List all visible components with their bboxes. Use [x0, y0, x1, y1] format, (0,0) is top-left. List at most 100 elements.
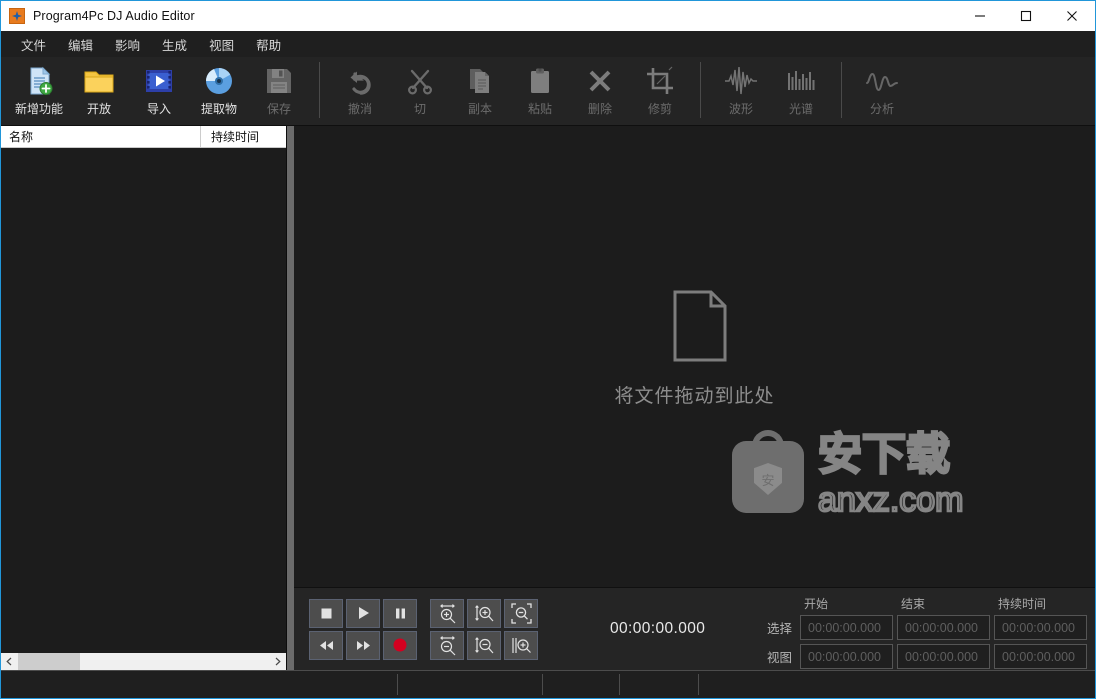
toolbar-button-waveform[interactable]: 波形 — [711, 57, 771, 119]
status-cell-3 — [543, 674, 620, 695]
spectrum-icon — [786, 63, 816, 99]
zoom-in-horizontal-button[interactable] — [430, 598, 464, 628]
toolbar-button-paste[interactable]: 粘贴 — [510, 57, 570, 119]
toolbar-group-file: 新增功能 开放 导入 提取物 保存 — [9, 57, 309, 125]
watermark-bag-icon: 安 — [732, 430, 804, 513]
zoom-out-vertical-button[interactable] — [467, 630, 501, 660]
toolbar-button-delete[interactable]: 删除 — [570, 57, 630, 119]
view-start-field[interactable]: 00:00:00.000 — [800, 644, 893, 669]
status-bar — [1, 670, 1095, 698]
menu-item-edit[interactable]: 编辑 — [58, 32, 103, 57]
time-col-header-duration: 持续时间 — [998, 597, 1047, 611]
toolbar-button-save[interactable]: 保存 — [249, 57, 309, 119]
toolbar-button-copy[interactable]: 副本 — [450, 57, 510, 119]
pane-splitter[interactable] — [287, 126, 294, 670]
zoom-button-grid — [430, 598, 538, 660]
menu-item-help[interactable]: 帮助 — [246, 32, 291, 57]
time-col-header-start: 开始 — [804, 597, 829, 611]
editor-panel: 将文件拖动到此处 安 安下载 anxz.com 00:00:00.000 开始 … — [294, 126, 1095, 670]
file-list-body[interactable] — [1, 148, 286, 652]
selection-duration-field[interactable]: 00:00:00.000 — [994, 615, 1087, 640]
menu-item-generate[interactable]: 生成 — [152, 32, 197, 57]
file-list-horizontal-scrollbar[interactable] — [1, 652, 286, 670]
time-row-header-selection: 选择 — [766, 622, 792, 636]
time-row-header-view: 视图 — [766, 651, 792, 665]
file-list-header: 名称 持续时间 — [1, 126, 286, 148]
status-cell-1 — [296, 674, 398, 695]
minimize-button[interactable] — [957, 1, 1003, 31]
record-button[interactable] — [383, 630, 417, 660]
menu-bar: 文件 编辑 影响 生成 视图 帮助 — [1, 31, 1095, 57]
undo-arrow-icon — [345, 63, 375, 99]
pause-button[interactable] — [383, 598, 417, 628]
toolbar-button-cut[interactable]: 切 — [390, 57, 450, 119]
menu-item-file[interactable]: 文件 — [11, 32, 56, 57]
window-title: Program4Pc DJ Audio Editor — [33, 9, 195, 23]
trim-crop-icon — [645, 63, 675, 99]
app-logo-icon — [9, 8, 25, 24]
toolbar-label-copy: 副本 — [467, 102, 492, 116]
extract-cd-icon — [203, 63, 235, 99]
column-header-name[interactable]: 名称 — [1, 126, 201, 147]
analyze-wave-icon — [865, 63, 899, 99]
stop-button[interactable] — [309, 598, 343, 628]
toolbar-group-view: 波形 光谱 — [711, 57, 831, 125]
zoom-selection-button[interactable] — [504, 630, 538, 660]
toolbar-separator-2 — [700, 62, 701, 118]
column-header-duration[interactable]: 持续时间 — [201, 126, 286, 147]
toolbar-group-analyze: 分析 — [852, 57, 912, 125]
menu-item-effect[interactable]: 影响 — [105, 32, 150, 57]
import-film-icon — [143, 63, 175, 99]
scrollbar-thumb[interactable] — [18, 653, 80, 670]
status-cell-5 — [699, 674, 1095, 695]
toolbar-button-trim[interactable]: 修剪 — [630, 57, 690, 119]
toolbar-button-spectrum[interactable]: 光谱 — [771, 57, 831, 119]
toolbar-group-edit: 撤消 切 副本 粘贴 删除 修剪 — [330, 57, 690, 125]
close-button[interactable] — [1049, 1, 1095, 31]
toolbar-button-new[interactable]: 新增功能 — [9, 57, 69, 119]
time-fields-panel: 开始 结束 持续时间 选择 00:00:00.000 00:00:00.000 … — [752, 594, 1087, 670]
toolbar-button-import[interactable]: 导入 — [129, 57, 189, 119]
main-body: 名称 持续时间 将文件拖动到此处 安 安下载 anxz.com 00:00:00… — [1, 126, 1095, 670]
maximize-button[interactable] — [1003, 1, 1049, 31]
menu-item-view[interactable]: 视图 — [199, 32, 244, 57]
toolbar-label-new: 新增功能 — [14, 102, 63, 116]
view-end-field[interactable]: 00:00:00.000 — [897, 644, 990, 669]
scrollbar-track[interactable] — [18, 653, 269, 670]
toolbar-button-extract[interactable]: 提取物 — [189, 57, 249, 119]
view-duration-field[interactable]: 00:00:00.000 — [994, 644, 1087, 669]
status-bar-spacer — [1, 671, 296, 698]
zoom-in-vertical-button[interactable] — [467, 598, 501, 628]
fast-forward-button[interactable] — [346, 630, 380, 660]
toolbar-button-open[interactable]: 开放 — [69, 57, 129, 119]
selection-start-field[interactable]: 00:00:00.000 — [800, 615, 893, 640]
current-timecode: 00:00:00.000 — [610, 620, 706, 637]
toolbar-label-analyze: 分析 — [869, 102, 894, 116]
selection-end-field[interactable]: 00:00:00.000 — [897, 615, 990, 640]
copy-pages-icon — [465, 63, 495, 99]
main-toolbar: 新增功能 开放 导入 提取物 保存 撤消 切 副本 粘贴 删除 修剪 波形 光谱… — [1, 57, 1095, 126]
time-col-header-end: 结束 — [901, 597, 926, 611]
toolbar-label-trim: 修剪 — [647, 102, 672, 116]
play-button[interactable] — [346, 598, 380, 628]
zoom-out-horizontal-button[interactable] — [430, 630, 464, 660]
toolbar-label-undo: 撤消 — [347, 102, 372, 116]
toolbar-label-extract: 提取物 — [200, 102, 237, 116]
window-controls — [957, 1, 1095, 31]
transport-bar: 00:00:00.000 开始 结束 持续时间 选择 00:00:00.000 … — [294, 587, 1095, 670]
zoom-to-fit-button[interactable] — [504, 598, 538, 628]
rewind-button[interactable] — [309, 630, 343, 660]
toolbar-separator-3 — [841, 62, 842, 118]
cut-scissors-icon — [405, 63, 435, 99]
new-document-icon — [23, 63, 55, 99]
toolbar-separator-1 — [319, 62, 320, 118]
toolbar-label-waveform: 波形 — [728, 102, 753, 116]
watermark-shield-badge: 安 — [754, 463, 782, 495]
save-floppy-icon — [263, 63, 295, 99]
toolbar-button-analyze[interactable]: 分析 — [852, 57, 912, 119]
drop-zone[interactable]: 将文件拖动到此处 安 安下载 anxz.com — [294, 126, 1095, 587]
toolbar-button-undo[interactable]: 撤消 — [330, 57, 390, 119]
toolbar-label-paste: 粘贴 — [527, 102, 552, 116]
chevron-right-icon[interactable] — [269, 653, 286, 670]
chevron-left-icon[interactable] — [1, 653, 18, 670]
